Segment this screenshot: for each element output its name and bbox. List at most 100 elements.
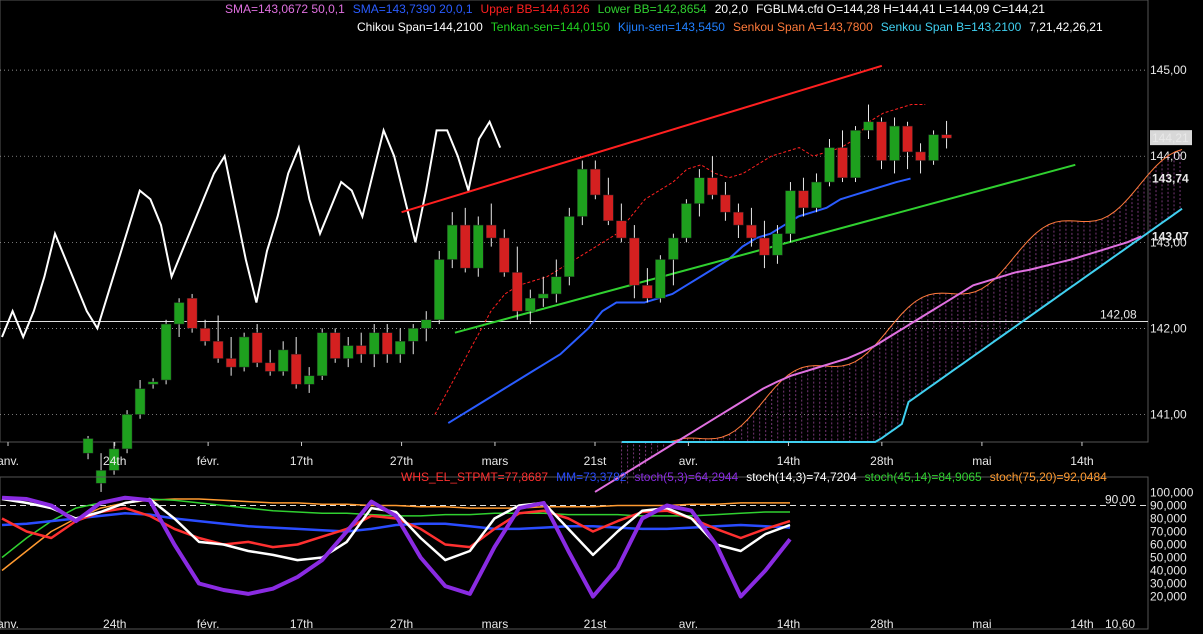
date-tick-label-bottom: 21st	[584, 617, 607, 631]
candle-body	[212, 341, 224, 359]
date-tick-label: 14th	[1070, 454, 1093, 468]
candle-body	[564, 216, 575, 277]
price-tick-label: 144,00	[1150, 149, 1187, 163]
date-tick-label: 17th	[290, 454, 313, 468]
date-tick-label-bottom: 27th	[390, 617, 413, 631]
osc-tick-label: 60,000	[1150, 538, 1187, 552]
candle-body	[824, 147, 835, 183]
candle-body	[316, 332, 328, 376]
candle-body	[902, 125, 913, 153]
date-tick-label-bottom: 14th	[1070, 617, 1093, 631]
candle-body	[355, 345, 367, 355]
candle-body	[551, 276, 562, 295]
candle-body	[525, 297, 536, 312]
candle-body	[134, 388, 146, 415]
candle-body	[876, 121, 887, 161]
candle-body	[381, 332, 393, 355]
candle-body	[473, 224, 484, 269]
header-item: Lower BB=142,8654	[598, 2, 707, 16]
header-item: WHS_EL_STPMT=77,8687	[401, 470, 548, 484]
oscillator-header: WHS_EL_STPMT=77,8687 MM=73,3782 stoch(5,3)…	[401, 470, 1107, 484]
header-item: Chikou Span=144,2100	[357, 20, 483, 34]
header-item: Upper BB=144,6126	[481, 2, 590, 16]
candle-body	[82, 438, 94, 454]
candle-body	[785, 190, 796, 234]
header-item: stoch(5,3)=64,2944	[634, 470, 738, 484]
date-tick-label-bottom: mai	[972, 617, 991, 631]
candle-body	[147, 381, 159, 385]
candle-body	[642, 285, 653, 299]
date-tick-label-bottom: 24th	[103, 617, 126, 631]
date-tick-label: mai	[972, 454, 991, 468]
header-item: stoch(75,20)=92,0484	[990, 470, 1107, 484]
price-tick-label: 145,00	[1150, 63, 1187, 77]
candle-body	[225, 358, 237, 368]
candle-body	[394, 341, 406, 355]
candle-body	[837, 147, 848, 178]
osc-lower-label: 10,60	[1105, 617, 1135, 631]
date-tick-label: 28th	[870, 454, 893, 468]
date-tick-label: anv.	[0, 454, 19, 468]
candle-body	[928, 134, 939, 161]
candle-body	[616, 220, 627, 239]
candle-body	[238, 336, 250, 368]
header-item: stoch(45,14)=84,9065	[865, 470, 982, 484]
candle-body	[668, 237, 679, 260]
candle-body	[811, 181, 822, 209]
candle-body	[447, 224, 458, 260]
candle-body	[941, 134, 952, 139]
candle-body	[889, 125, 900, 161]
support-level-label: 142,08	[1100, 307, 1137, 321]
candle-body	[603, 194, 614, 222]
date-tick-label-bottom: anv.	[0, 617, 19, 631]
date-tick-label: 14th	[777, 454, 800, 468]
candle-body	[694, 177, 705, 204]
candle-body	[707, 177, 718, 196]
candle-body	[538, 293, 549, 299]
candle-body	[850, 130, 861, 178]
osc-tick-label: 20,000	[1150, 590, 1187, 604]
candle-body	[655, 259, 666, 299]
candle-body	[121, 414, 133, 450]
candle-body	[342, 345, 354, 359]
header-item: Kijun-sen=143,5450	[618, 20, 725, 34]
date-tick-label: 21st	[584, 454, 607, 468]
date-tick-label-bottom: 17th	[290, 617, 313, 631]
candle-body	[746, 224, 757, 239]
candle-body	[329, 332, 341, 359]
candle-body	[512, 272, 523, 312]
date-tick-label-bottom: 28th	[870, 617, 893, 631]
candle-body	[733, 211, 744, 226]
candle-body	[264, 362, 276, 372]
last-price-label: 144,21	[1152, 131, 1189, 145]
candle-body	[915, 151, 926, 161]
osc-tick-label: 40,000	[1150, 564, 1187, 578]
header-item: Senkou Span B=143,2100	[881, 20, 1022, 34]
header-item: stoch(14,3)=74,7204	[746, 470, 857, 484]
candle-body	[434, 259, 445, 321]
candle-body	[407, 328, 419, 342]
candle-body	[303, 375, 315, 385]
header-item: SMA=143,7390 20,0,1	[353, 2, 473, 16]
candle-body	[863, 121, 874, 131]
chart-canvas: 145,00144,00143,00142,00141,00142,08 144…	[0, 0, 1203, 634]
candle-body	[772, 233, 783, 256]
candle-body	[720, 194, 731, 213]
header-item: MM=73,3782	[556, 470, 627, 484]
candle-body	[759, 237, 770, 256]
header-item: 20,2,0	[715, 2, 749, 16]
date-tick-label: 27th	[390, 454, 413, 468]
header-item: Tenkan-sen=144,0150	[491, 20, 610, 34]
sma50-price-label: 143,07	[1152, 229, 1189, 243]
candle-body	[798, 190, 809, 209]
candle-body	[577, 168, 588, 217]
header-item: Senkou Span A=143,7800	[733, 20, 873, 34]
date-tick-label: mars	[482, 454, 509, 468]
date-tick-label-bottom: avr.	[679, 617, 698, 631]
candle-body	[486, 224, 497, 239]
candle-body	[629, 237, 640, 286]
candle-body	[186, 297, 198, 329]
candle-body	[199, 328, 211, 342]
candle-body	[590, 168, 601, 196]
osc-tick-label: 70,000	[1150, 525, 1187, 539]
